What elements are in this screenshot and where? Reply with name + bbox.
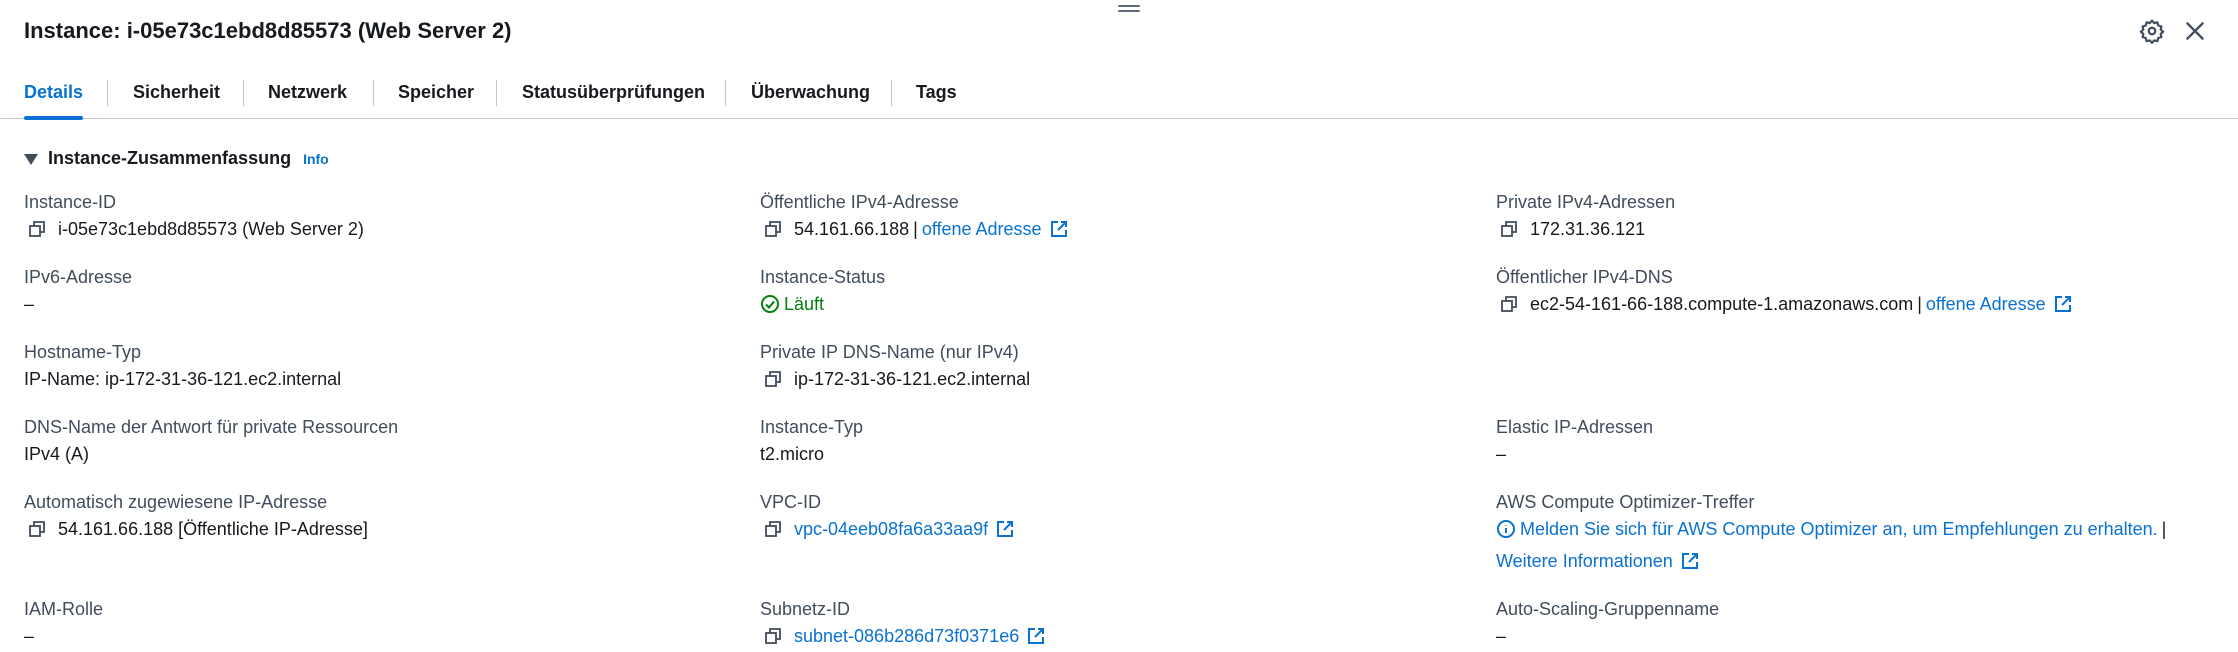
vpc-link[interactable]: vpc-04eeb08fa6a33aa9f — [794, 517, 988, 541]
instance-id-field: Instance-ID i-05e73c1ebd8d85573 (Web Ser… — [24, 190, 364, 241]
private-ipv4-field: Private IPv4-Adressen 172.31.36.121 — [1496, 190, 1675, 241]
tab-divider — [725, 80, 726, 106]
copy-icon[interactable] — [1500, 220, 1518, 238]
public-dns-field: Öffentlicher IPv4-DNS ec2-54-161-66-188.… — [1496, 265, 2072, 316]
subnet-field: Subnetz-ID subnet-086b286d73f0371e6 — [760, 597, 1045, 648]
tab-details[interactable]: Details — [24, 74, 84, 120]
tab-divider — [496, 80, 497, 106]
private-dns-field: Private IP DNS-Name (nur IPv4) ip-172-31… — [760, 340, 1030, 391]
instance-status-field: Instance-Status Läuft — [760, 265, 885, 316]
dns-answer-value: IPv4 (A) — [24, 444, 90, 464]
instance-type-label: Instance-Typ — [760, 417, 864, 437]
iam-label: IAM-Rolle — [24, 599, 104, 619]
instance-status-value: Läuft — [784, 294, 825, 314]
asg-value: – — [1496, 626, 1507, 646]
tab-network[interactable]: Netzwerk — [268, 74, 347, 119]
status-success-icon — [761, 295, 779, 313]
instance-type-field: Instance-Typ t2.micro — [760, 415, 863, 466]
external-link-icon[interactable] — [1027, 627, 1045, 645]
separator: | — [1917, 294, 1922, 314]
external-link-icon[interactable] — [2054, 295, 2072, 313]
hostname-value: IP-Name: ip-172-31-36-121.ec2.internal — [24, 369, 342, 389]
copy-icon[interactable] — [28, 520, 46, 538]
separator: | — [2161, 519, 2167, 539]
tab-divider — [891, 80, 892, 106]
public-ipv4-field: Öffentliche IPv4-Adresse 54.161.66.188 |… — [760, 190, 1068, 241]
ipv6-value: – — [24, 294, 35, 314]
more-info-link[interactable]: Weitere Informationen — [1496, 549, 1673, 573]
hostname-label: Hostname-Typ — [24, 342, 142, 362]
instance-id-label: Instance-ID — [24, 192, 117, 212]
elastic-ip-field: Elastic IP-Adressen – — [1496, 415, 1653, 466]
tab-bar: Details Sicherheit Netzwerk Speicher Sta… — [0, 74, 2238, 120]
optimizer-field: AWS Compute Optimizer-Treffer Melden Sie… — [1496, 490, 2170, 573]
copy-icon[interactable] — [1500, 295, 1518, 313]
public-dns-label: Öffentlicher IPv4-DNS — [1496, 267, 1673, 287]
open-address-link[interactable]: offene Adresse — [1926, 292, 2046, 316]
section-title: Instance-Zusammenfassung — [48, 148, 292, 168]
private-dns-value: ip-172-31-36-121.ec2.internal — [794, 369, 1031, 389]
public-ipv4-value: 54.161.66.188 — [794, 219, 910, 239]
ipv6-label: IPv6-Adresse — [24, 267, 133, 287]
section-toggle[interactable]: Instance-Zusammenfassung Info — [24, 148, 329, 169]
asg-label: Auto-Scaling-Gruppenname — [1496, 599, 1720, 619]
ipv6-field: IPv6-Adresse – — [24, 265, 132, 316]
vpc-label: VPC-ID — [760, 492, 822, 512]
copy-icon[interactable] — [764, 520, 782, 538]
info-link[interactable]: Info — [303, 151, 329, 167]
private-ipv4-value: 172.31.36.121 — [1530, 219, 1646, 239]
public-ipv4-label: Öffentliche IPv4-Adresse — [760, 192, 959, 212]
external-link-icon[interactable] — [1050, 220, 1068, 238]
instance-type-value: t2.micro — [760, 444, 825, 464]
subnet-link[interactable]: subnet-086b286d73f0371e6 — [794, 624, 1019, 648]
elastic-ip-value: – — [1496, 444, 1507, 464]
hostname-field: Hostname-Typ IP-Name: ip-172-31-36-121.e… — [24, 340, 341, 391]
tab-security[interactable]: Sicherheit — [133, 74, 220, 119]
public-dns-value: ec2-54-161-66-188.compute-1.amazonaws.co… — [1530, 294, 1914, 314]
auto-ip-field: Automatisch zugewiesene IP-Adresse 54.16… — [24, 490, 368, 541]
separator: | — [913, 219, 918, 239]
external-link-icon[interactable] — [996, 520, 1014, 538]
copy-icon[interactable] — [764, 627, 782, 645]
auto-ip-label: Automatisch zugewiesene IP-Adresse — [24, 492, 328, 512]
close-icon[interactable] — [2182, 18, 2208, 44]
tab-divider — [243, 80, 244, 106]
external-link-icon[interactable] — [1681, 552, 1699, 570]
dns-answer-field: DNS-Name der Antwort für private Ressour… — [24, 415, 398, 466]
copy-icon[interactable] — [28, 220, 46, 238]
open-address-link[interactable]: offene Adresse — [922, 217, 1042, 241]
settings-icon[interactable] — [2139, 18, 2165, 45]
page-title: Instance: i-05e73c1ebd8d85573 (Web Serve… — [24, 18, 512, 43]
asg-field: Auto-Scaling-Gruppenname – — [1496, 597, 1719, 648]
iam-field: IAM-Rolle – — [24, 597, 103, 648]
tab-storage[interactable]: Speicher — [398, 74, 474, 119]
subnet-label: Subnetz-ID — [760, 599, 851, 619]
private-ipv4-label: Private IPv4-Adressen — [1496, 192, 1676, 212]
info-circle-icon — [1497, 520, 1515, 538]
dns-answer-label: DNS-Name der Antwort für private Ressour… — [24, 417, 399, 437]
copy-icon[interactable] — [764, 370, 782, 388]
tab-tags[interactable]: Tags — [916, 74, 957, 119]
iam-value: – — [24, 626, 35, 646]
tab-status-checks[interactable]: Statusüberprüfungen — [522, 74, 705, 119]
instance-id-value: i-05e73c1ebd8d85573 (Web Server 2) — [58, 219, 364, 239]
copy-icon[interactable] — [764, 220, 782, 238]
optimizer-label: AWS Compute Optimizer-Treffer — [1496, 492, 1755, 512]
private-dns-label: Private IP DNS-Name (nur IPv4) — [760, 342, 1019, 362]
tab-divider — [373, 80, 374, 106]
tab-divider — [107, 80, 108, 106]
instance-status-label: Instance-Status — [760, 267, 886, 287]
panel-header: Instance: i-05e73c1ebd8d85573 (Web Serve… — [0, 0, 2238, 62]
optimizer-signup-link[interactable]: Melden Sie sich für AWS Compute Optimize… — [1520, 517, 2158, 541]
tab-monitoring[interactable]: Überwachung — [751, 74, 870, 119]
caret-down-icon — [24, 153, 38, 165]
elastic-ip-label: Elastic IP-Adressen — [1496, 417, 1654, 437]
auto-ip-value: 54.161.66.188 [Öffentliche IP-Adresse] — [58, 519, 368, 539]
vpc-field: VPC-ID vpc-04eeb08fa6a33aa9f — [760, 490, 1014, 541]
